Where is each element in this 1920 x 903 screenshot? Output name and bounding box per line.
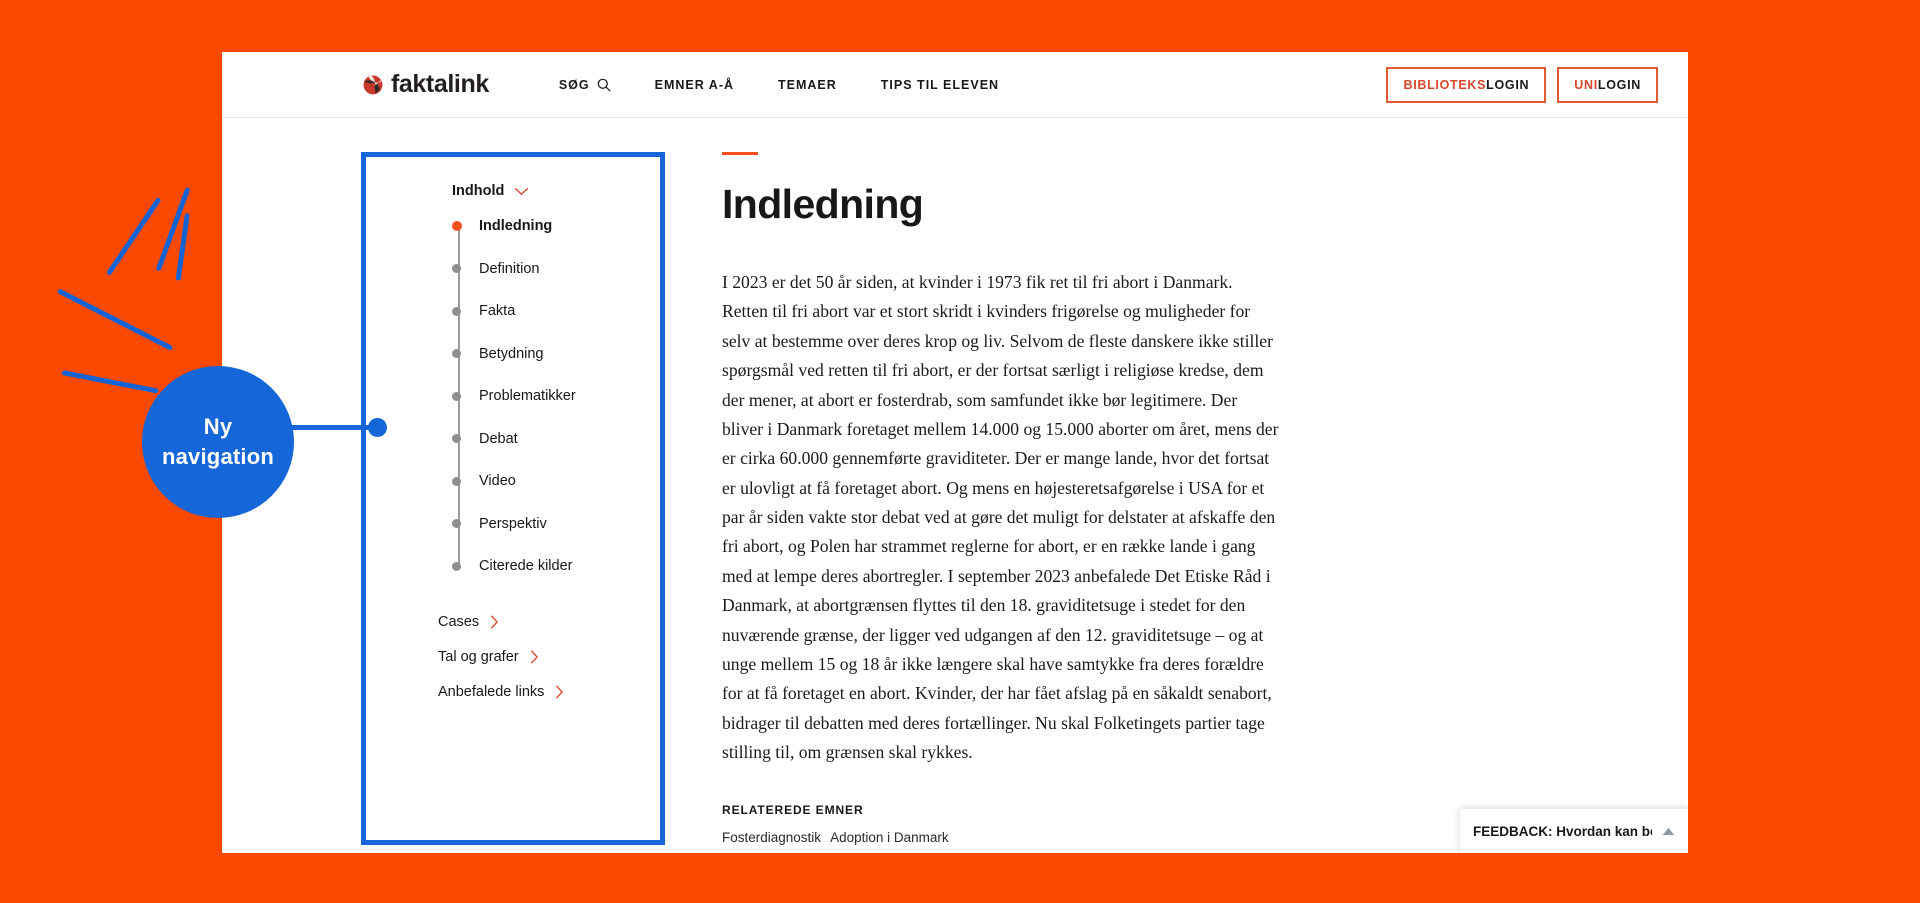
page-title: Indledning — [722, 181, 924, 227]
related-tags: Fosterdiagnostik Adoption i Danmark — [722, 830, 1282, 845]
toc-column: Indhold Indledning Definition Fakta Bety… — [222, 152, 722, 846]
toc-item-label: Fakta — [479, 303, 516, 320]
toc-panel: Indhold Indledning Definition Fakta Bety… — [361, 152, 665, 846]
search-icon — [597, 78, 611, 92]
chevron-right-icon — [556, 685, 564, 699]
toc-item-label: Citerede kilder — [479, 558, 573, 575]
nav-item-tips-til-eleven[interactable]: TIPS TIL ELEVEN — [881, 78, 999, 92]
toc-extra-links: Cases Tal og grafer Anbefalede links — [366, 608, 660, 707]
auth-buttons: BIBLIOTEKSLOGIN UNILOGIN — [1386, 66, 1658, 103]
toc-item-problematikker[interactable]: Problematikker — [452, 375, 660, 418]
spark-line — [61, 370, 159, 394]
toc-toggle[interactable]: Indhold — [366, 183, 660, 199]
toc-item-label: Definition — [479, 260, 540, 277]
spark-line — [105, 196, 162, 276]
site-logo[interactable]: faktalink — [362, 70, 489, 99]
nav-item-label: SØG — [558, 77, 590, 92]
triangle-up-icon[interactable] — [1662, 827, 1675, 836]
toc-item-debat[interactable]: Debat — [452, 418, 660, 461]
annotation-connector-dot — [368, 418, 387, 437]
toc-item-betydning[interactable]: Betydning — [452, 333, 660, 376]
article-accent-rule — [722, 152, 758, 155]
related-tag[interactable]: Fosterdiagnostik — [722, 830, 821, 845]
page-content: Indhold Indledning Definition Fakta Bety… — [222, 118, 1688, 846]
nav-item-soeg[interactable]: SØG — [559, 78, 611, 92]
annotation-bubble-line1: Ny — [203, 414, 233, 440]
feedback-label: FEEDBACK: Hvordan kan beta.... — [1473, 823, 1652, 839]
toc-item-citerede-kilder[interactable]: Citerede kilder — [452, 545, 660, 588]
toc-dot — [452, 306, 461, 316]
toc-item-definition[interactable]: Definition — [452, 248, 660, 291]
toc-extra-label: Anbefalede links — [438, 684, 545, 700]
toc-extra-anbefalede-links[interactable]: Anbefalede links — [438, 678, 660, 707]
annotation-bubble-line2: navigation — [161, 444, 274, 469]
toc-item-label: Perspektiv — [479, 515, 547, 532]
toc-item-label: Betydning — [479, 345, 544, 362]
biblioteks-login-button[interactable]: BIBLIOTEKSLOGIN — [1386, 66, 1547, 103]
main-navigation: SØG EMNER A-Å TEMAER TIPS TIL ELEVEN — [559, 78, 999, 92]
annotated-screenshot-canvas: Ny navigation faktalink SØG EMNER A-Å TE… — [0, 0, 1920, 903]
uni-login-button[interactable]: UNILOGIN — [1557, 66, 1658, 103]
faktalink-swirl-icon — [363, 73, 383, 94]
spark-line — [56, 288, 174, 351]
toc-item-indledning[interactable]: Indledning — [452, 205, 660, 248]
toc-extra-label: Tal og grafer — [438, 649, 519, 665]
biblioteks-login-accent: BIBLIOTEKS — [1403, 77, 1487, 92]
toc-item-label: Problematikker — [479, 388, 576, 405]
chevron-right-icon — [530, 650, 538, 664]
feedback-dock[interactable]: FEEDBACK: Hvordan kan beta.... — [1460, 809, 1688, 853]
nav-item-emner-a-aa[interactable]: EMNER A-Å — [655, 78, 734, 92]
toc-extra-cases[interactable]: Cases — [438, 608, 660, 637]
related-tag[interactable]: Adoption i Danmark — [830, 830, 949, 845]
nav-item-label: EMNER A-Å — [654, 77, 735, 92]
uni-login-accent: UNI — [1574, 77, 1598, 92]
browser-page: faktalink SØG EMNER A-Å TEMAER TIPS TIL … — [222, 52, 1688, 853]
uni-login-rest: LOGIN — [1597, 77, 1641, 92]
toc-item-fakta[interactable]: Fakta — [452, 290, 660, 333]
toc-title: Indhold — [452, 183, 505, 199]
biblioteks-login-rest: LOGIN — [1486, 77, 1530, 92]
chevron-down-icon — [515, 187, 529, 195]
toc-extra-label: Cases — [438, 614, 480, 630]
toc-dot — [452, 476, 461, 486]
nav-item-label: TEMAER — [778, 77, 837, 92]
toc-items: Indledning Definition Fakta Betydning Pr… — [366, 205, 660, 588]
toc-item-label: Indledning — [479, 218, 553, 235]
article-body: I 2023 er det 50 år siden, at kvinder i … — [722, 272, 1279, 762]
toc-extra-tal-og-grafer[interactable]: Tal og grafer — [438, 643, 660, 672]
related-heading: RELATEREDE EMNER — [722, 803, 864, 818]
nav-item-temaer[interactable]: TEMAER — [778, 78, 837, 92]
toc-item-label: Debat — [479, 430, 518, 447]
article: Indledning I 2023 er det 50 år siden, at… — [722, 152, 1282, 845]
annotation-bubble: Ny navigation — [142, 366, 294, 518]
toc-item-label: Video — [479, 473, 516, 490]
toc-dot — [452, 561, 461, 571]
site-header: faktalink SØG EMNER A-Å TEMAER TIPS TIL … — [222, 52, 1688, 118]
logo-text: faktalink — [391, 70, 489, 98]
toc-dot — [452, 391, 461, 401]
toc-item-perspektiv[interactable]: Perspektiv — [452, 503, 660, 546]
nav-item-label: TIPS TIL ELEVEN — [880, 77, 1000, 92]
toc-item-video[interactable]: Video — [452, 460, 660, 503]
chevron-right-icon — [491, 615, 499, 629]
